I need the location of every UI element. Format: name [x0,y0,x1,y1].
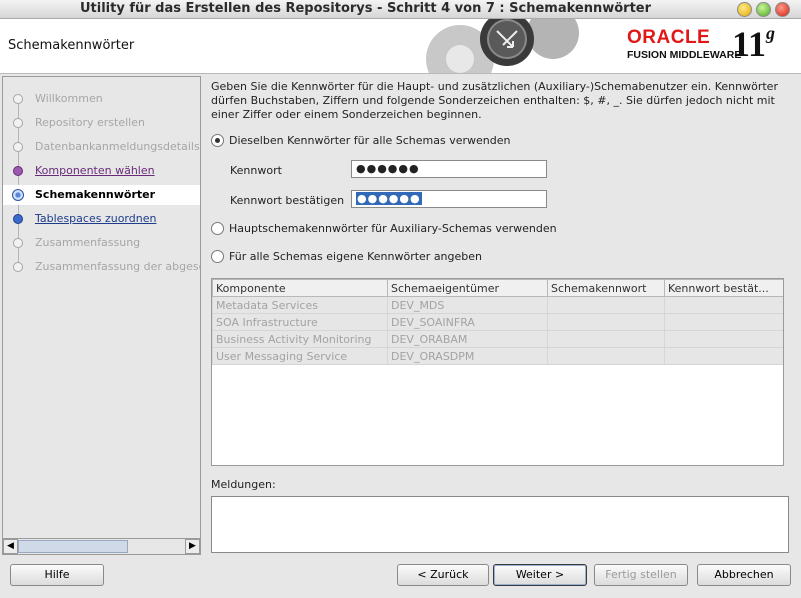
step-komponenten-waehlen[interactable]: Komponenten wählen [3,161,200,181]
finish-button[interactable]: Fertig stellen [594,564,688,586]
column-header-komponente[interactable]: Komponente [212,279,388,297]
header-banner: Schemakennwörter ORACLE FUSION MIDDLEWAR… [0,19,801,74]
step-schemakennwoerter: Schemakennwörter [3,185,200,205]
cell-owner: DEV_MDS [387,296,548,314]
next-button[interactable]: Weiter > [493,564,587,586]
table-row: User Messaging Service DEV_ORASDPM [212,347,783,365]
step-label: Schemakennwörter [35,188,156,201]
step-zusammenfassung-abgeschlossen: Zusammenfassung der abgeschlossenen [3,257,200,277]
minimize-icon[interactable] [737,2,752,17]
table-header-row: Komponente Schemaeigentümer Schemakennwo… [212,279,783,297]
step-indicator-icon [13,214,23,224]
step-indicator-icon [13,238,23,248]
step-willkommen: Willkommen [3,89,200,109]
radio-main-for-auxiliary[interactable]: Hauptschemakennwörter für Auxiliary-Sche… [211,221,557,237]
wizard-step-list: Willkommen Repository erstellen Datenban… [2,76,201,541]
cell-owner: DEV_ORASDPM [387,347,548,365]
step-indicator-icon [13,142,23,152]
radio-label: Für alle Schemas eigene Kennwörter angeb… [229,250,483,263]
product-name: FUSION MIDDLEWARE [627,49,742,61]
step-datenbankanmeldungsdetails: Datenbankanmeldungsdetails [3,137,200,157]
confirm-password-field[interactable]: ●●●●●● [351,190,547,208]
column-header-schemaeigentuemer[interactable]: Schemaeigentümer [387,279,548,297]
cell-confirm [664,347,783,365]
step-indicator-icon [13,94,23,104]
cancel-button[interactable]: Abbrechen [697,564,791,586]
radio-same-passwords[interactable]: Dieselben Kennwörter für alle Schemas ve… [211,133,510,149]
cell-password [547,296,665,314]
password-field[interactable]: ●●●●●● [351,160,547,178]
radio-unselected-icon[interactable] [211,221,224,235]
column-header-kennwort-bestaetigen[interactable]: Kennwort bestät... [664,279,783,297]
cell-confirm [664,330,783,348]
radio-label: Hauptschemakennwörter für Auxiliary-Sche… [229,222,557,235]
step-indicator-icon [13,118,23,128]
step-current-icon [12,189,24,201]
step-zusammenfassung: Zusammenfassung [3,233,200,253]
cell-component: Business Activity Monitoring [212,330,388,348]
maximize-icon[interactable] [756,2,771,17]
step-label[interactable]: Komponenten wählen [35,161,155,181]
table-row: Business Activity Monitoring DEV_ORABAM [212,330,783,348]
column-header-schemakennwort[interactable]: Schemakennwort [547,279,665,297]
cell-confirm [664,296,783,314]
step-list-scrollbar[interactable]: ◀ ▶ [2,538,201,555]
oracle-logo: ORACLE FUSION MIDDLEWARE 11g [600,23,800,67]
cell-confirm [664,313,783,331]
window-title: Utility für das Erstellen des Repository… [79,1,652,16]
oracle-wordmark: ORACLE [627,27,711,48]
confirm-password-value: ●●●●●● [356,192,422,205]
intro-text: Geben Sie die Kennwörter für die Haupt- … [211,80,778,121]
version-badge: 11g [732,23,775,65]
cell-component: SOA Infrastructure [212,313,388,331]
close-icon[interactable] [775,2,790,17]
cell-owner: DEV_SOAINFRA [387,313,548,331]
password-value: ●●●●●● [356,162,420,175]
scrollbar-thumb[interactable] [18,540,128,553]
gears-graphic [426,19,579,73]
cell-password [547,347,665,365]
radio-selected-icon[interactable] [211,133,224,147]
step-tablespaces-zuordnen[interactable]: Tablespaces zuordnen [3,209,200,229]
back-button[interactable]: < Zurück [397,564,489,586]
cell-password [547,313,665,331]
confirm-password-label: Kennwort bestätigen [230,194,345,207]
scroll-right-icon[interactable]: ▶ [185,539,200,554]
scroll-left-icon[interactable]: ◀ [3,539,18,554]
help-button[interactable]: Hilfe [10,564,104,586]
cell-component: Metadata Services [212,296,388,314]
step-label: Datenbankanmeldungsdetails [35,140,200,153]
step-indicator-icon [13,166,23,176]
messages-label: Meldungen: [211,478,276,491]
radio-unselected-icon[interactable] [211,249,224,263]
cell-owner: DEV_ORABAM [387,330,548,348]
cell-component: User Messaging Service [212,347,388,365]
version-number: 11 [732,24,767,64]
table-row: SOA Infrastructure DEV_SOAINFRA [212,313,783,331]
password-label: Kennwort [230,164,282,177]
step-label: Repository erstellen [35,116,145,129]
table-row: Metadata Services DEV_MDS [212,296,783,314]
version-letter: g [766,23,776,43]
cell-password [547,330,665,348]
window-titlebar: Utility für das Erstellen des Repository… [0,0,801,19]
step-indicator-icon [13,262,23,272]
step-label: Zusammenfassung [35,236,141,249]
radio-own-passwords[interactable]: Für alle Schemas eigene Kennwörter angeb… [211,249,482,265]
schema-table: Komponente Schemaeigentümer Schemakennwo… [211,278,784,466]
step-label: Willkommen [35,92,103,105]
step-label: Zusammenfassung der abgeschlossenen [35,260,200,273]
page-title: Schemakennwörter [8,38,135,53]
step-repository-erstellen: Repository erstellen [3,113,200,133]
radio-label: Dieselben Kennwörter für alle Schemas ve… [229,134,511,147]
step-label[interactable]: Tablespaces zuordnen [35,209,156,229]
main-panel: Geben Sie die Kennwörter für die Haupt- … [203,76,800,554]
messages-box[interactable] [211,496,789,553]
